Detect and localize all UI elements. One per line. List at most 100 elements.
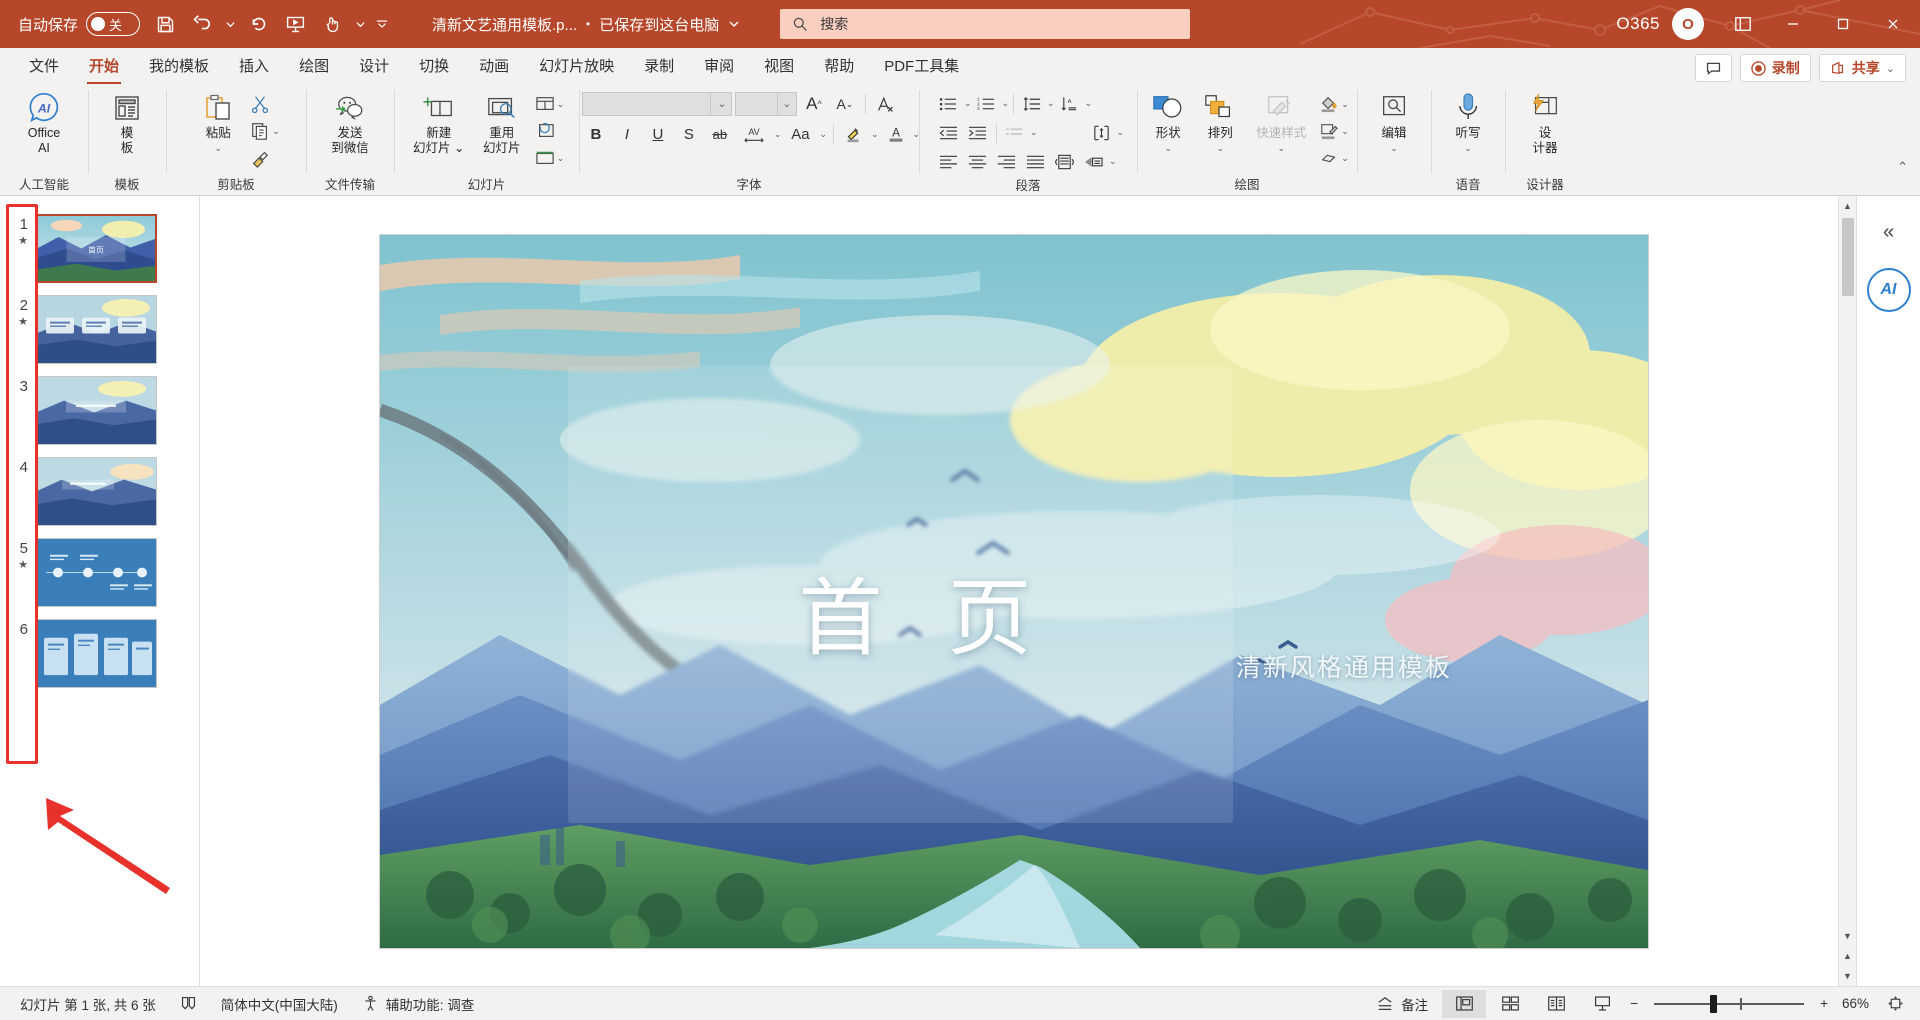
font-name-input[interactable]: ⌄ xyxy=(581,92,732,116)
send-to-wechat-button[interactable]: 发送 到微信 xyxy=(311,89,389,157)
smartart-chevron-down-icon[interactable]: ⌄ xyxy=(1109,156,1117,167)
slide-count-indicator[interactable]: 幻灯片 第 1 张, 共 6 张 xyxy=(8,991,168,1017)
tab-draw[interactable]: 绘图 xyxy=(284,50,344,84)
zoom-slider-handle[interactable] xyxy=(1710,994,1718,1013)
thumbnail-row-5[interactable]: 5 ★ xyxy=(0,532,199,613)
current-slide[interactable]: 首 页 清新风格通用模板 xyxy=(380,234,1648,948)
tab-my-templates[interactable]: 我的模板 xyxy=(134,50,224,84)
change-case-icon[interactable]: Aa xyxy=(784,121,816,147)
thumbnail-row-3[interactable]: 3 xyxy=(0,370,199,451)
layout-chevron-down-icon[interactable]: ⌄ xyxy=(557,99,565,110)
thumbnail-slide-1[interactable]: 首页 xyxy=(35,214,157,283)
reset-slide-button[interactable] xyxy=(532,118,568,144)
office-ai-button[interactable]: AI Office AI xyxy=(6,89,82,157)
shape-effects-chevron-down-icon[interactable]: ⌄ xyxy=(1341,153,1349,164)
align-center-icon[interactable] xyxy=(964,149,992,175)
underline-icon[interactable]: U xyxy=(644,121,672,147)
tab-home[interactable]: 开始 xyxy=(74,50,134,84)
autosave-toggle[interactable]: 关 xyxy=(86,12,141,36)
thumbnail-slide-2[interactable] xyxy=(35,295,157,364)
format-painter-button[interactable] xyxy=(247,145,283,171)
ribbon-display-options-icon[interactable] xyxy=(1720,0,1766,48)
font-size-chevron-down-icon[interactable]: ⌄ xyxy=(776,93,792,115)
thumbnail-row-2[interactable]: 2 ★ xyxy=(0,289,199,370)
quick-styles-chevron-down-icon[interactable]: ⌄ xyxy=(1277,141,1285,155)
thumbnail-slide-4[interactable] xyxy=(35,457,157,526)
record-button[interactable]: 录制 xyxy=(1739,54,1811,82)
avatar[interactable]: O xyxy=(1672,8,1704,40)
font-size-input[interactable]: ⌄ xyxy=(734,92,797,116)
next-slide-icon[interactable]: ▼ xyxy=(1839,966,1857,986)
thumbnail-slide-6[interactable] xyxy=(35,619,157,688)
tab-transitions[interactable]: 切换 xyxy=(404,50,464,84)
shape-outline-chevron-down-icon[interactable]: ⌄ xyxy=(1341,126,1349,137)
shape-effects-button[interactable]: ⌄ xyxy=(1316,145,1352,171)
cut-button[interactable] xyxy=(247,91,283,117)
tab-record[interactable]: 录制 xyxy=(629,50,689,84)
slide-thumbnail-pane[interactable]: 1 ★ 首页 2 ★ 3 4 5 ★ 6 xyxy=(0,196,200,986)
arrange-button[interactable]: 排列 ⌄ xyxy=(1194,89,1246,157)
zoom-level-indicator[interactable]: 66% xyxy=(1834,991,1877,1017)
thumbnail-row-6[interactable]: 6 xyxy=(0,613,199,694)
zoom-slider[interactable] xyxy=(1654,994,1805,1013)
designer-button[interactable]: 设 计器 xyxy=(1512,89,1578,157)
slide-layout-button[interactable]: ⌄ xyxy=(532,91,568,117)
editing-chevron-down-icon[interactable]: ⌄ xyxy=(1390,141,1398,155)
align-vertical-chevron-down-icon[interactable]: ⌄ xyxy=(1117,127,1125,138)
close-button[interactable] xyxy=(1870,0,1916,48)
language-indicator[interactable]: 简体中文(中国大陆) xyxy=(209,991,350,1017)
title-chevron-down-icon[interactable] xyxy=(728,18,740,30)
share-chevron-down-icon[interactable]: ⌄ xyxy=(1886,62,1895,75)
redo-icon[interactable] xyxy=(242,7,276,41)
tab-file[interactable]: 文件 xyxy=(14,50,74,84)
undo-chevron-down-icon[interactable] xyxy=(220,7,240,41)
bullets-icon[interactable] xyxy=(935,91,963,117)
columns-icon[interactable] xyxy=(1051,149,1079,175)
reading-view-icon[interactable] xyxy=(1534,990,1578,1018)
scroll-down-icon[interactable]: ▼ xyxy=(1839,926,1857,946)
ai-assistant-icon[interactable]: AI xyxy=(1866,268,1911,312)
numbering-icon[interactable]: 1 2 3 xyxy=(973,91,1001,117)
font-color-icon[interactable]: A xyxy=(882,121,910,147)
paragraph-marks-icon[interactable] xyxy=(1001,120,1029,146)
font-name-chevron-down-icon[interactable]: ⌄ xyxy=(709,93,727,115)
search-input[interactable]: 搜索 xyxy=(780,9,1191,39)
touch-chevron-down-icon[interactable] xyxy=(350,7,370,41)
fit-to-window-button[interactable] xyxy=(1879,991,1912,1017)
shape-outline-button[interactable]: ⌄ xyxy=(1316,118,1352,144)
text-shadow-icon[interactable]: S xyxy=(675,121,703,147)
previous-slide-icon[interactable]: ▲ xyxy=(1839,946,1857,966)
bold-icon[interactable]: B xyxy=(582,121,610,147)
minimize-button[interactable] xyxy=(1770,0,1816,48)
thumbnail-row-1[interactable]: 1 ★ 首页 xyxy=(0,208,199,289)
dictate-button[interactable]: 听写 ⌄ xyxy=(1438,89,1498,157)
undo-icon[interactable] xyxy=(184,7,218,41)
paste-button[interactable]: 粘贴 ⌄ xyxy=(189,89,247,157)
zoom-in-button[interactable]: + xyxy=(1816,991,1832,1017)
notes-page-button[interactable] xyxy=(168,991,209,1017)
character-spacing-chevron-down-icon[interactable]: ⌄ xyxy=(774,129,782,140)
tab-review[interactable]: 审阅 xyxy=(689,50,749,84)
notes-button[interactable]: 备注 xyxy=(1364,991,1440,1017)
canvas-vertical-scrollbar[interactable]: ▲ ▼ ▲ ▼ xyxy=(1838,196,1856,986)
character-spacing-icon[interactable]: AV xyxy=(737,121,771,147)
slide-sorter-icon[interactable] xyxy=(1488,990,1532,1018)
dictate-chevron-down-icon[interactable]: ⌄ xyxy=(1464,141,1472,155)
shape-fill-chevron-down-icon[interactable]: ⌄ xyxy=(1341,99,1349,110)
align-text-vertical-icon[interactable] xyxy=(1088,120,1116,146)
text-highlight-icon[interactable] xyxy=(840,121,868,147)
thumbnail-slide-3[interactable] xyxy=(35,376,157,445)
decrease-indent-icon[interactable] xyxy=(935,120,963,146)
share-button[interactable]: 共享 ⌄ xyxy=(1818,54,1906,82)
tab-insert[interactable]: 插入 xyxy=(224,50,284,84)
maximize-button[interactable] xyxy=(1820,0,1866,48)
tab-slideshow[interactable]: 幻灯片放映 xyxy=(524,50,629,84)
align-right-icon[interactable] xyxy=(993,149,1021,175)
clear-formatting-icon[interactable] xyxy=(872,91,900,117)
save-icon[interactable] xyxy=(148,7,182,41)
align-left-icon[interactable] xyxy=(935,149,963,175)
comments-button[interactable] xyxy=(1694,54,1732,82)
zoom-out-button[interactable]: − xyxy=(1626,991,1642,1017)
tab-view[interactable]: 视图 xyxy=(749,50,809,84)
line-spacing-icon[interactable] xyxy=(1018,91,1046,117)
